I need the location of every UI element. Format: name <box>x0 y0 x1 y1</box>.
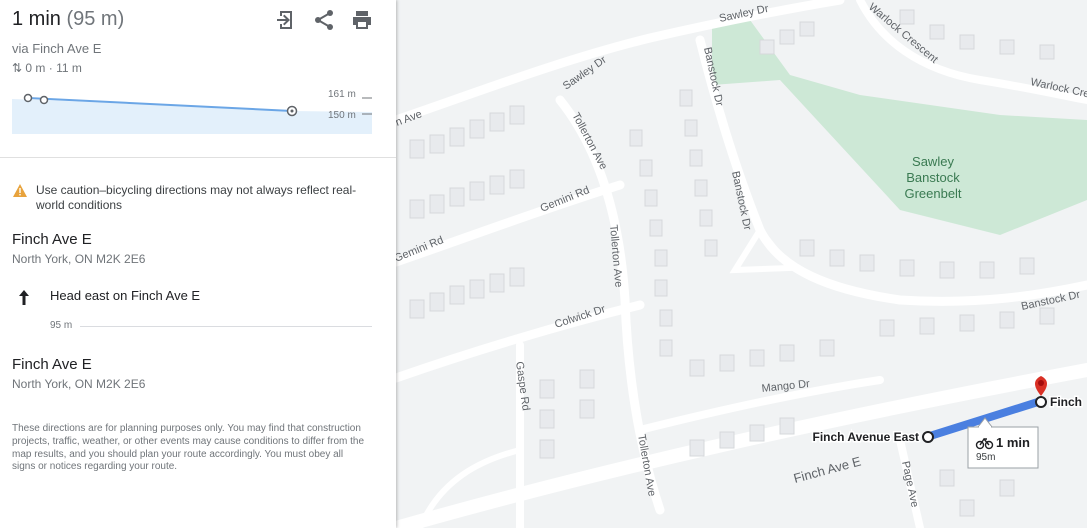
trip-summary: 1 min (95 m) <box>12 8 124 31</box>
park-label: Sawley Banstock Greenbelt <box>904 154 961 201</box>
start-marker[interactable] <box>922 431 934 443</box>
svg-text:Sawley: Sawley <box>912 154 954 169</box>
end-address: North York, ON M2K 2E6 <box>12 377 146 391</box>
share-icon[interactable] <box>312 8 336 32</box>
open-in-new-icon[interactable] <box>274 8 298 32</box>
elev-label-min: 150 m <box>328 110 356 121</box>
start-label: Finch Avenue East <box>813 430 919 444</box>
card-time: 1 min <box>996 435 1030 450</box>
elev-label-max: 161 m <box>328 89 356 100</box>
directions-panel: 1 min (95 m) via Finch Ave E ⇅ 0 m · 11 … <box>0 0 396 528</box>
end-name: Finch Ave E <box>12 356 92 373</box>
trip-duration: 1 min <box>12 8 61 30</box>
arrow-up-icon <box>19 290 29 305</box>
warning-icon <box>13 184 27 197</box>
svg-text:Banstock: Banstock <box>906 170 960 185</box>
via-route: via Finch Ave E <box>12 41 102 56</box>
start-address: North York, ON M2K 2E6 <box>12 252 146 266</box>
print-icon[interactable] <box>350 8 374 32</box>
header-actions <box>274 8 374 32</box>
elevation-chart: 161 m 150 m <box>12 89 372 134</box>
disclaimer: These directions are for planning purpos… <box>12 423 365 473</box>
elevation-icon: ⇅ <box>12 61 23 75</box>
elevation-summary: ⇅ 0 m · 11 m <box>12 61 82 75</box>
end-marker[interactable] <box>1035 396 1047 408</box>
step-instruction[interactable]: Head east on Finch Ave E <box>50 288 200 303</box>
caution-text: Use caution–bicycling directions may not… <box>36 183 357 212</box>
elevation-values: 0 m · 11 m <box>25 61 82 75</box>
start-name: Finch Ave E <box>12 231 92 248</box>
step-distance: 95 m <box>50 320 73 331</box>
divider <box>0 157 396 158</box>
step-divider <box>80 326 372 327</box>
map-canvas[interactable]: Sawley Dr Sawley Dr Warlock Crescent War… <box>396 0 1087 528</box>
end-label: Finch <box>1050 395 1082 409</box>
card-distance: 95m <box>976 452 995 463</box>
svg-text:Greenbelt: Greenbelt <box>904 186 961 201</box>
trip-distance: (95 m) <box>66 8 125 30</box>
